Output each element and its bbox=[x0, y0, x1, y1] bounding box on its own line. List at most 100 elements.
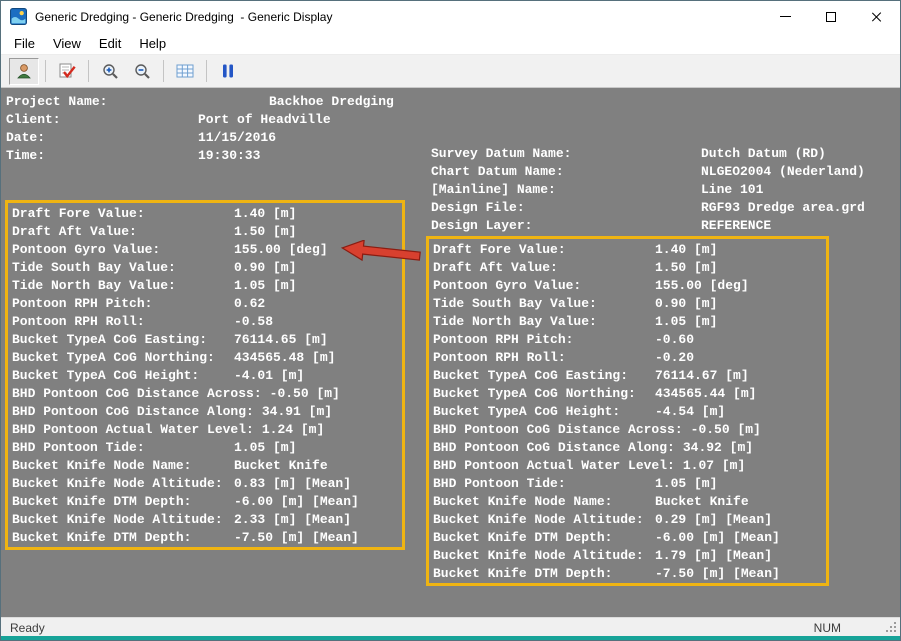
status-label: Draft Fore Value: bbox=[12, 205, 234, 223]
status-row: Bucket TypeA CoG Northing: 434565.48 [m] bbox=[12, 349, 398, 367]
status-value: Bucket Knife bbox=[234, 457, 328, 475]
zoom-out-icon bbox=[133, 62, 151, 80]
pause-button[interactable] bbox=[213, 58, 243, 85]
status-label: Bucket Knife Node Altitude: bbox=[12, 511, 234, 529]
toolbar-separator bbox=[163, 60, 164, 82]
window-bottom-edge bbox=[1, 636, 900, 640]
status-row: Bucket TypeA CoG Northing: 434565.44 [m] bbox=[433, 385, 822, 403]
status-label: Bucket Knife Node Altitude: bbox=[433, 547, 655, 565]
status-value: 155.00 [deg] bbox=[655, 277, 749, 295]
status-value: Bucket Knife bbox=[655, 493, 749, 511]
info-label: Survey Datum Name: bbox=[431, 145, 701, 163]
status-value: -7.50 [m] [Mean] bbox=[655, 565, 780, 583]
status-value: -7.50 [m] [Mean] bbox=[234, 529, 359, 547]
menubar: File View Edit Help bbox=[1, 32, 900, 55]
status-label: BHD Pontoon CoG Distance Across: bbox=[12, 385, 270, 403]
app-icon bbox=[10, 8, 27, 25]
status-row: BHD Pontoon CoG Distance Along: 34.91 [m… bbox=[12, 403, 398, 421]
resize-grip-icon[interactable] bbox=[884, 620, 898, 634]
status-value: 1.05 [m] bbox=[234, 277, 296, 295]
status-value: 0.62 bbox=[234, 295, 265, 313]
status-row: Pontoon RPH Roll: -0.20 bbox=[433, 349, 822, 367]
status-value: 1.05 [m] bbox=[655, 313, 717, 331]
status-row: BHD Pontoon Tide: 1.05 [m] bbox=[433, 475, 822, 493]
user-button[interactable] bbox=[9, 58, 39, 85]
minimize-button[interactable] bbox=[762, 1, 808, 32]
status-label: Pontoon Gyro Value: bbox=[433, 277, 655, 295]
status-row: Bucket TypeA CoG Easting: 76114.65 [m] bbox=[12, 331, 398, 349]
status-value: -0.50 [m] bbox=[691, 421, 761, 439]
menu-item[interactable]: File bbox=[5, 33, 44, 54]
status-row: Bucket Knife Node Altitude: 1.79 [m] [Me… bbox=[433, 547, 822, 565]
menu-item[interactable]: Help bbox=[130, 33, 175, 54]
info-row: Time: 19:30:33 bbox=[6, 147, 394, 165]
status-label: Pontoon Gyro Value: bbox=[12, 241, 234, 259]
status-value: 1.05 [m] bbox=[655, 475, 717, 493]
status-value: 1.50 [m] bbox=[655, 259, 717, 277]
status-label: Pontoon RPH Roll: bbox=[12, 313, 234, 331]
app-window: Generic Dredging - Generic Dredging - Ge… bbox=[0, 0, 901, 641]
zoom-out-button[interactable] bbox=[127, 58, 157, 85]
status-label: BHD Pontoon Tide: bbox=[12, 439, 234, 457]
status-row: Draft Aft Value: 1.50 [m] bbox=[12, 223, 398, 241]
info-value: Line 101 bbox=[701, 181, 763, 199]
status-value: 0.83 [m] [Mean] bbox=[234, 475, 351, 493]
zoom-in-icon bbox=[101, 62, 119, 80]
status-row: Draft Fore Value: 1.40 [m] bbox=[433, 241, 822, 259]
info-row: [Mainline] Name: Line 101 bbox=[431, 181, 865, 199]
menu-item[interactable]: View bbox=[44, 33, 90, 54]
status-label: Bucket TypeA CoG Northing: bbox=[433, 385, 655, 403]
toolbar-separator bbox=[206, 60, 207, 82]
window-controls bbox=[762, 1, 900, 32]
status-value: 0.29 [m] [Mean] bbox=[655, 511, 772, 529]
status-label: Bucket Knife Node Altitude: bbox=[433, 511, 655, 529]
status-row: Bucket TypeA CoG Height: -4.54 [m] bbox=[433, 403, 822, 421]
status-value: -4.01 [m] bbox=[234, 367, 304, 385]
status-value: 155.00 [deg] bbox=[234, 241, 328, 259]
status-value: 1.50 [m] bbox=[234, 223, 296, 241]
info-value: Port of Headville bbox=[198, 111, 331, 129]
status-value: -0.60 bbox=[655, 331, 694, 349]
status-row: Draft Aft Value: 1.50 [m] bbox=[433, 259, 822, 277]
minimize-icon bbox=[780, 16, 791, 18]
grid-button[interactable] bbox=[170, 58, 200, 85]
close-button[interactable] bbox=[854, 1, 900, 32]
status-row: Pontoon RPH Roll: -0.58 bbox=[12, 313, 398, 331]
status-row: Tide North Bay Value: 1.05 [m] bbox=[433, 313, 822, 331]
status-value: 1.07 [m] bbox=[683, 457, 745, 475]
right-status-panel: Draft Fore Value: 1.40 [m] Draft Aft Val… bbox=[426, 236, 829, 586]
status-label: Bucket TypeA CoG Easting: bbox=[12, 331, 234, 349]
info-label: Date: bbox=[6, 129, 198, 147]
status-label: Bucket TypeA CoG Height: bbox=[433, 403, 655, 421]
info-row: Chart Datum Name: NLGEO2004 (Nederland) bbox=[431, 163, 865, 181]
info-label: Project Name: bbox=[6, 93, 198, 111]
status-row: Pontoon RPH Pitch: -0.60 bbox=[433, 331, 822, 349]
status-row: BHD Pontoon Actual Water Level: 1.24 [m] bbox=[12, 421, 398, 439]
status-row: BHD Pontoon Actual Water Level: 1.07 [m] bbox=[433, 457, 822, 475]
toolbar-separator bbox=[45, 60, 46, 82]
toolbar-separator bbox=[88, 60, 89, 82]
status-label: Bucket TypeA CoG Easting: bbox=[433, 367, 655, 385]
maximize-icon bbox=[826, 12, 836, 22]
menu-item[interactable]: Edit bbox=[90, 33, 130, 54]
status-label: Tide South Bay Value: bbox=[433, 295, 655, 313]
checklist-button[interactable] bbox=[52, 58, 82, 85]
zoom-in-button[interactable] bbox=[95, 58, 125, 85]
status-label: Bucket Knife Node Name: bbox=[12, 457, 234, 475]
status-row: Bucket Knife Node Altitude: 0.29 [m] [Me… bbox=[433, 511, 822, 529]
info-label: Design Layer: bbox=[431, 217, 701, 235]
status-message: Ready bbox=[10, 621, 45, 635]
status-row: Bucket Knife Node Name: Bucket Knife bbox=[12, 457, 398, 475]
info-row: Project Name: Backhoe Dredging bbox=[6, 93, 394, 111]
status-row: Pontoon Gyro Value: 155.00 [deg] bbox=[433, 277, 822, 295]
status-label: Draft Aft Value: bbox=[12, 223, 234, 241]
status-label: Bucket Knife DTM Depth: bbox=[433, 565, 655, 583]
info-value: REFERENCE bbox=[701, 217, 771, 235]
status-label: Bucket TypeA CoG Northing: bbox=[12, 349, 234, 367]
maximize-button[interactable] bbox=[808, 1, 854, 32]
status-value: 34.91 [m] bbox=[262, 403, 332, 421]
status-value: 1.40 [m] bbox=[655, 241, 717, 259]
status-label: Tide South Bay Value: bbox=[12, 259, 234, 277]
info-label: [Mainline] Name: bbox=[431, 181, 701, 199]
status-label: BHD Pontoon CoG Distance Along: bbox=[12, 403, 262, 421]
